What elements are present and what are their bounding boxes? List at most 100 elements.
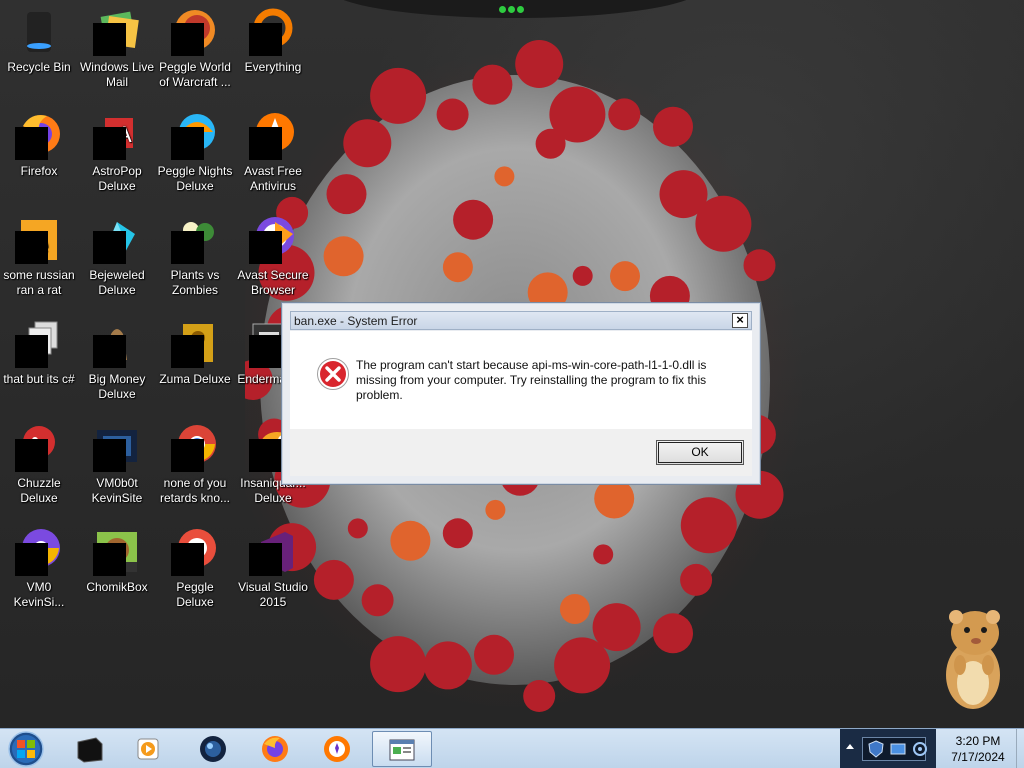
- desktop-icon-label: Big Money Deluxe: [88, 372, 146, 401]
- zuma-icon: [171, 320, 219, 368]
- taskbar-item-orb-app[interactable]: [186, 731, 242, 767]
- virus-protein: [610, 261, 640, 292]
- desktop-icon[interactable]: none of you retards kno...: [155, 418, 235, 518]
- close-button[interactable]: ×: [732, 313, 748, 328]
- desktop-icon-label: Everything: [244, 60, 302, 74]
- desktop-icon[interactable]: A AstroPop Deluxe: [77, 106, 157, 206]
- clock-time: 3:20 PM: [955, 734, 1001, 748]
- dialog-title-bar[interactable]: ban.exe - System Error ×: [290, 311, 752, 330]
- clock-date: 7/17/2024: [951, 750, 1005, 764]
- firefox-icon: [262, 736, 288, 762]
- virus-spike: [436, 98, 469, 131]
- desktop-icon-label: Avast Secure Browser: [237, 268, 309, 297]
- ok-button[interactable]: OK: [656, 440, 744, 465]
- start-button[interactable]: [4, 729, 48, 768]
- network-icon[interactable]: [890, 741, 906, 757]
- desktop-icon[interactable]: VM0b0t KevinSite: [77, 418, 157, 518]
- virus-protein: [323, 236, 364, 277]
- virus-spike: [472, 64, 513, 105]
- desktop-icon-label: Zuma Deluxe: [159, 372, 231, 386]
- desktop-icon[interactable]: Zuma Deluxe: [155, 314, 235, 414]
- redaction-box: [15, 127, 48, 160]
- redaction-box: [249, 127, 282, 160]
- show-hidden-icons-icon[interactable]: [844, 741, 856, 753]
- chrome-icon: [171, 424, 219, 472]
- desktop-icon-label: AstroPop Deluxe: [92, 164, 142, 193]
- virus-protein: [572, 265, 593, 286]
- peggle-nights-icon: [171, 112, 219, 160]
- system-error-window-icon: [389, 739, 415, 761]
- virus-protein: [390, 520, 431, 561]
- desktop-icon[interactable]: Big Money Deluxe: [77, 314, 157, 414]
- redaction-box: [249, 23, 282, 56]
- desktop-icon[interactable]: Avast Free Antivirus: [233, 106, 313, 206]
- volume-icon[interactable]: [912, 741, 928, 757]
- java-file-icon: e: [15, 216, 63, 264]
- taskbar-item-media-player[interactable]: [122, 731, 178, 767]
- redaction-box: [93, 127, 126, 160]
- taskbar-item-firefox[interactable]: [248, 731, 304, 767]
- desktop-icon[interactable]: VM0 KevinSi...: [0, 522, 79, 622]
- desktop-icon[interactable]: Peggle Deluxe: [155, 522, 235, 622]
- virus-spike: [653, 613, 693, 654]
- taskbar-item-avast-browser[interactable]: [310, 731, 366, 767]
- desktop-icon[interactable]: Avast Secure Browser: [233, 210, 313, 310]
- virus-spike: [370, 67, 427, 124]
- bejeweled-icon: [93, 216, 141, 264]
- redaction-box: [15, 335, 48, 368]
- desktop-icon-label: Plants vs Zombies: [170, 268, 220, 297]
- virus-spike: [554, 637, 611, 694]
- taskbar-item-system-error[interactable]: [372, 731, 432, 767]
- desktop-icon[interactable]: Bejeweled Deluxe: [77, 210, 157, 310]
- virus-spike: [515, 40, 564, 88]
- desktop-icon[interactable]: Plants vs Zombies: [155, 210, 235, 310]
- redaction-box: [249, 543, 282, 576]
- redaction-box: [171, 231, 204, 264]
- desktop-icon[interactable]: Peggle Nights Deluxe: [155, 106, 235, 206]
- redaction-box: [93, 335, 126, 368]
- desktop-icon-label: VM0b0t KevinSite: [91, 476, 143, 505]
- desktop-icon-label: Chuzzle Deluxe: [17, 476, 61, 505]
- desktop-icon[interactable]: Peggle World of Warcraft ...: [155, 2, 235, 102]
- redaction-box: [171, 439, 204, 472]
- avast-browser-icon: [324, 736, 350, 762]
- virus-protein: [453, 199, 494, 240]
- desktop-icon-label: Avast Free Antivirus: [244, 164, 302, 193]
- system-clock[interactable]: 3:20 PM 7/17/2024: [938, 733, 1018, 765]
- virus-protein: [442, 518, 473, 549]
- desktop-icon-label: that but its c#: [3, 372, 75, 386]
- virus-protein: [593, 544, 614, 565]
- virus-protein: [485, 499, 506, 520]
- chuzzle-icon: [15, 424, 63, 472]
- redaction-box: [15, 231, 48, 264]
- redaction-box: [171, 127, 204, 160]
- virus-protein: [559, 594, 590, 624]
- virus-spike: [326, 174, 367, 215]
- show-desktop-button[interactable]: [1016, 729, 1024, 768]
- virus-protein: [442, 252, 473, 283]
- desktop-icon[interactable]: Firefox: [0, 106, 79, 206]
- error-message: The program can't start because api-ms-w…: [356, 358, 707, 402]
- desktop-icon[interactable]: Chuzzle Deluxe: [0, 418, 79, 518]
- virus-spike: [743, 249, 776, 282]
- desktop-icon[interactable]: Everything: [233, 2, 313, 102]
- system-error-dialog: ban.exe - System Error × The program can…: [281, 302, 761, 485]
- redaction-box: [93, 543, 126, 576]
- desktop-icon[interactable]: ChomikBox: [77, 522, 157, 622]
- orb-app-icon: [200, 736, 226, 762]
- redaction-box: [249, 439, 282, 472]
- virus-spike: [523, 680, 556, 712]
- virus-spike: [474, 634, 514, 675]
- windows-live-mail-icon: [93, 8, 141, 56]
- desktop-icon[interactable]: that but its c#: [0, 314, 79, 414]
- desktop-icon[interactable]: e some russian ran a rat: [0, 210, 79, 310]
- virus-spike: [680, 497, 737, 554]
- virus-spike: [313, 559, 354, 600]
- desktop-icon[interactable]: Windows Live Mail: [77, 2, 157, 102]
- desktop-icon[interactable]: Recycle Bin: [0, 2, 79, 102]
- astropop-icon: A: [93, 112, 141, 160]
- error-icon: [317, 358, 349, 390]
- desktop-icon[interactable]: Visual Studio 2015: [233, 522, 313, 622]
- taskbar-item-black-box-app[interactable]: [62, 731, 118, 767]
- defender-shield-icon[interactable]: [868, 740, 884, 758]
